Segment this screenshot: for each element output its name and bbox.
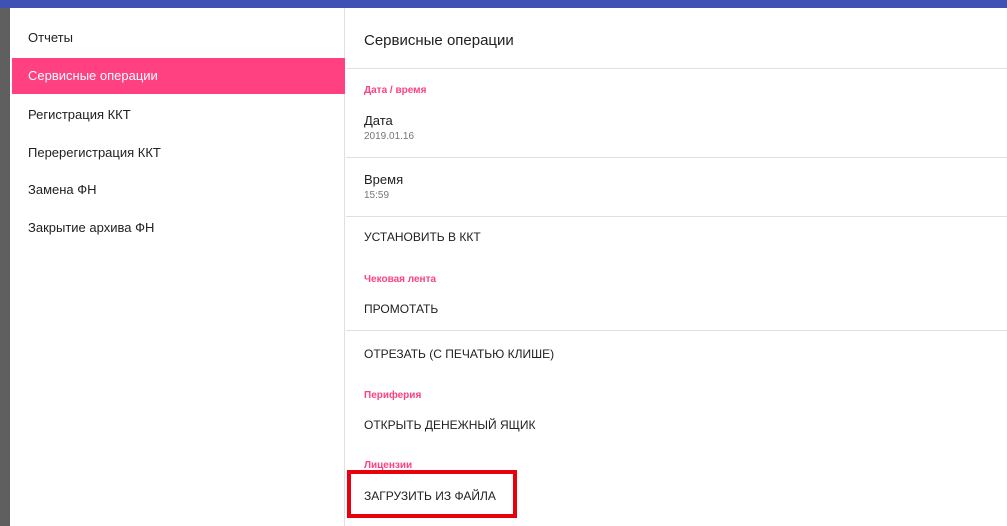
sidebar-item-reports[interactable]: Отчеты (12, 20, 345, 56)
load-from-file-button[interactable]: ЗАГРУЗИТЬ ИЗ ФАЙЛА (364, 489, 496, 503)
window-frame (0, 8, 10, 526)
time-title: Время (364, 172, 404, 187)
sidebar-item-kkt-reregistration[interactable]: Перерегистрация ККТ (12, 135, 345, 171)
sidebar: Отчеты Сервисные операции Регистрация КК… (10, 8, 345, 526)
open-cash-drawer-button[interactable]: ОТКРЫТЬ ДЕНЕЖНЫЙ ЯЩИК (364, 418, 535, 432)
cut-tape-button[interactable]: ОТРЕЗАТЬ (С ПЕЧАТЬЮ КЛИШЕ) (364, 347, 554, 361)
sidebar-item-service-operations[interactable]: Сервисные операции (12, 58, 345, 94)
category-datetime: Дата / время (364, 85, 427, 96)
category-receipt-tape: Чековая лента (364, 274, 437, 285)
content-panel: Сервисные операции Дата / время Дата 201… (346, 8, 1007, 526)
date-value: 2019.01.16 (364, 131, 415, 142)
time-value: 15:59 (364, 190, 390, 201)
divider (346, 216, 1007, 217)
scroll-tape-button[interactable]: ПРОМОТАТЬ (364, 302, 438, 316)
page-title: Сервисные операции (364, 32, 514, 49)
divider (346, 330, 1007, 331)
set-in-kkt-button[interactable]: УСТАНОВИТЬ В ККТ (364, 230, 481, 244)
sidebar-item-fn-archive-close[interactable]: Закрытие архива ФН (12, 210, 345, 246)
sidebar-item-fn-replacement[interactable]: Замена ФН (12, 172, 345, 208)
date-title: Дата (364, 113, 393, 128)
sidebar-item-kkt-registration[interactable]: Регистрация ККТ (12, 97, 345, 133)
divider (346, 68, 1007, 69)
category-peripherals: Периферия (364, 390, 422, 401)
divider (346, 157, 1007, 158)
app-bar (0, 0, 1007, 8)
category-licenses: Лицензии (364, 460, 413, 471)
